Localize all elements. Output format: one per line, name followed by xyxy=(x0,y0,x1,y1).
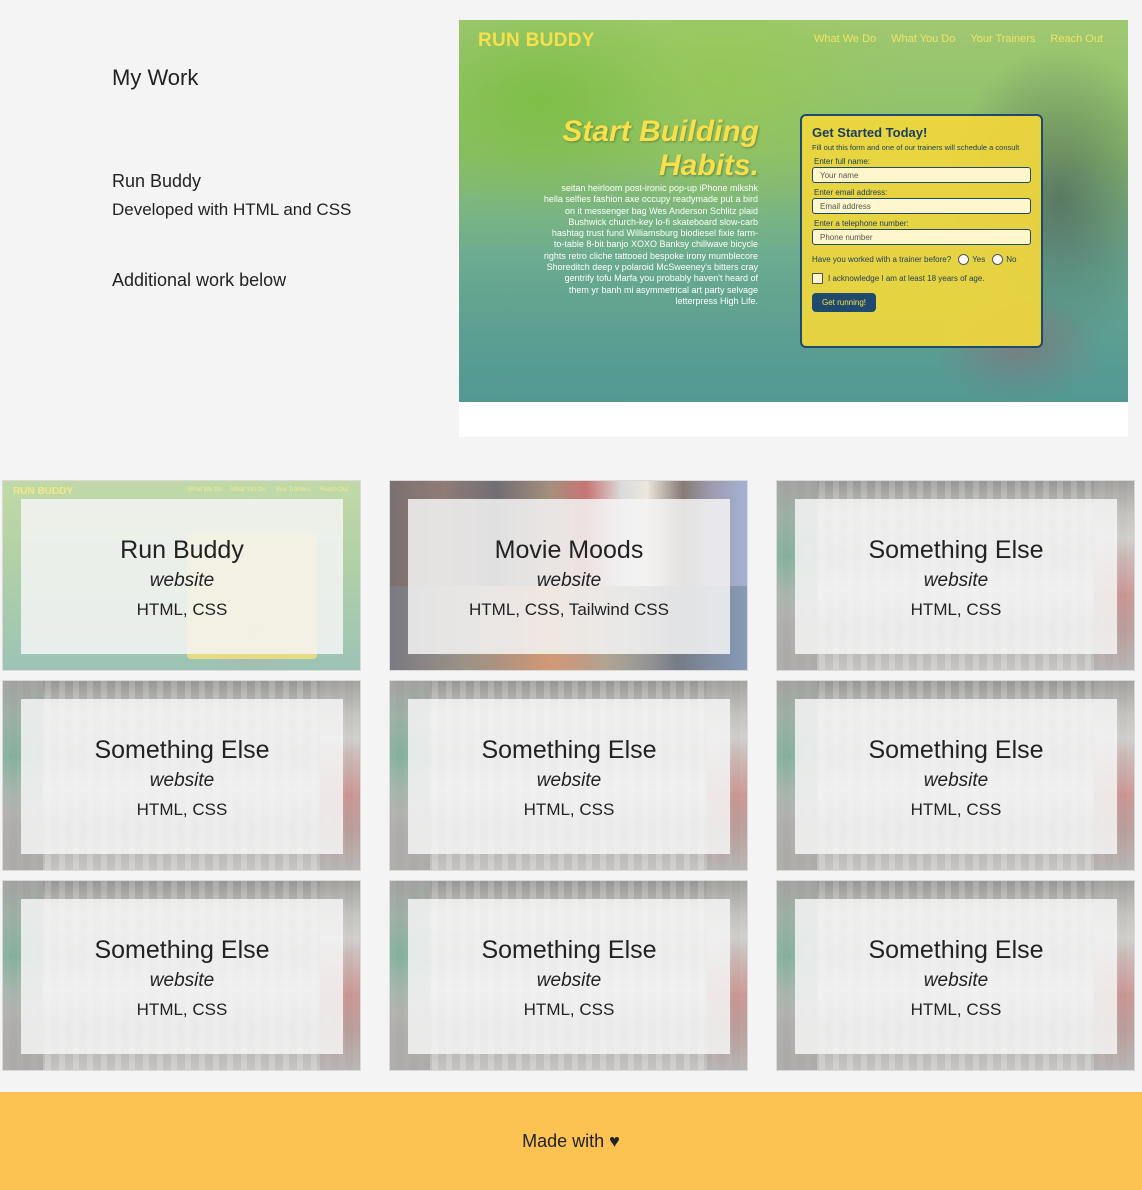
project-caption: Something Else website HTML, CSS xyxy=(795,899,1117,1054)
phone-field: Phone number xyxy=(812,229,1031,245)
run-buddy-logo: RUN BUDDY xyxy=(478,30,595,51)
project-title: Something Else xyxy=(94,936,270,964)
project-title: Something Else xyxy=(481,736,657,764)
project-tech: HTML, CSS xyxy=(910,1000,1002,1019)
project-type: website xyxy=(923,570,989,591)
project-card-something-else[interactable]: Something Else website HTML, CSS xyxy=(389,680,748,871)
project-type: website xyxy=(923,970,989,991)
project-card-something-else[interactable]: Something Else website HTML, CSS xyxy=(776,880,1135,1071)
featured-project-description: Developed with HTML and CSS xyxy=(112,200,352,219)
project-card-something-else[interactable]: Something Else website HTML, CSS xyxy=(2,680,361,871)
project-tech: HTML, CSS xyxy=(910,600,1002,619)
project-title: Run Buddy xyxy=(120,536,244,564)
name-field: Your name xyxy=(812,167,1031,183)
project-title: Something Else xyxy=(868,536,1044,564)
yes-radio xyxy=(958,254,970,265)
project-tech: HTML, CSS xyxy=(523,1000,615,1019)
email-label: Enter email address: xyxy=(814,188,888,197)
run-buddy-hero: RUN BUDDY What We Do What You Do Your Tr… xyxy=(459,20,1128,402)
project-type: website xyxy=(536,770,602,791)
project-title: Movie Moods xyxy=(494,536,644,564)
footer: Made with ♥ xyxy=(0,1092,1142,1190)
project-tech: HTML, CSS xyxy=(136,600,228,619)
trainer-question-row: Have you worked with a trainer before? Y… xyxy=(812,254,1017,265)
project-caption: Something Else website HTML, CSS xyxy=(795,699,1117,854)
additional-work-label: Additional work below xyxy=(112,270,287,290)
no-radio xyxy=(992,254,1004,265)
run-buddy-form: Get Started Today! Fill out this form an… xyxy=(800,114,1043,348)
get-running-button: Get running! xyxy=(812,293,877,312)
nav-your-trainers: Your Trainers xyxy=(970,33,1036,45)
project-card-something-else[interactable]: Something Else website HTML, CSS xyxy=(2,880,361,1071)
project-type: website xyxy=(536,570,602,591)
email-field: Email address xyxy=(812,198,1031,214)
project-type: website xyxy=(536,970,602,991)
project-caption: Something Else website HTML, CSS xyxy=(795,499,1117,654)
project-tech: HTML, CSS xyxy=(136,800,228,819)
project-card-something-else[interactable]: Something Else website HTML, CSS xyxy=(389,880,748,1071)
project-title: Something Else xyxy=(481,936,657,964)
project-caption: Something Else website HTML, CSS xyxy=(408,699,730,854)
project-caption: Something Else website HTML, CSS xyxy=(408,899,730,1054)
project-title: Something Else xyxy=(868,736,1044,764)
page-title: My Work xyxy=(112,65,199,90)
project-caption: Something Else website HTML, CSS xyxy=(21,899,343,1054)
name-label: Enter full name: xyxy=(814,157,871,166)
form-title: Get Started Today! xyxy=(812,125,928,140)
project-type: website xyxy=(923,770,989,791)
ack-row: I acknowledge I am at least 18 years of … xyxy=(812,273,1031,284)
project-tech: HTML, CSS, Tailwind CSS xyxy=(469,600,669,619)
project-card-movie-moods[interactable]: Movie Moods website HTML, CSS, Tailwind … xyxy=(389,480,748,671)
run-buddy-headline: Start Building Habits. xyxy=(562,115,759,182)
project-type: website xyxy=(149,770,215,791)
project-type: website xyxy=(149,570,215,591)
nav-reach-out: Reach Out xyxy=(1050,33,1103,45)
project-tech: HTML, CSS xyxy=(136,1000,228,1019)
project-tech: HTML, CSS xyxy=(523,800,615,819)
project-tech: HTML, CSS xyxy=(910,800,1002,819)
phone-label: Enter a telephone number: xyxy=(814,219,909,228)
project-card-something-else[interactable]: Something Else website HTML, CSS xyxy=(776,480,1135,671)
project-card-something-else[interactable]: Something Else website HTML, CSS xyxy=(776,680,1135,871)
project-caption: Movie Moods website HTML, CSS, Tailwind … xyxy=(408,499,730,654)
ack-checkbox xyxy=(812,273,823,284)
featured-project-name[interactable]: Run Buddy xyxy=(112,171,201,192)
form-subtitle: Fill out this form and one of our traine… xyxy=(812,143,1020,152)
project-card-run-buddy[interactable]: RUN BUDDY What We Do What You Do Your Tr… xyxy=(2,480,361,671)
project-title: Something Else xyxy=(868,936,1044,964)
nav-what-you-do: What You Do xyxy=(891,33,956,45)
project-title: Something Else xyxy=(94,736,270,764)
ack-label: I acknowledge I am at least 18 years of … xyxy=(828,274,985,283)
featured-project-image[interactable]: RUN BUDDY What We Do What You Do Your Tr… xyxy=(459,20,1128,437)
trainer-question: Have you worked with a trainer before? xyxy=(812,255,952,264)
footer-text: Made with ♥ xyxy=(522,1130,620,1151)
run-buddy-nav: What We Do What You Do Your Trainers Rea… xyxy=(814,33,1103,45)
project-caption: Something Else website HTML, CSS xyxy=(21,699,343,854)
nav-what-we-do: What We Do xyxy=(814,33,877,45)
project-type: website xyxy=(149,970,215,991)
project-caption: Run Buddy website HTML, CSS xyxy=(21,499,343,654)
run-buddy-copy: seitan heirloom post-ironic pop-up iPhon… xyxy=(543,183,758,306)
